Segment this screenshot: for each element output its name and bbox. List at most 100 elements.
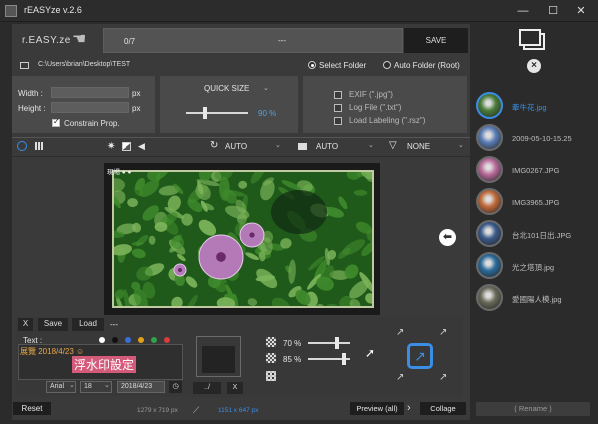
close-button[interactable]: ✕ [564, 2, 598, 20]
thumbnail-image[interactable] [476, 156, 503, 183]
print-value[interactable]: AUTO [316, 142, 338, 151]
folder-icon [202, 346, 235, 373]
exif-checkbox[interactable] [334, 91, 342, 99]
thumbnail-image[interactable] [476, 220, 503, 247]
filter-value[interactable]: NONE [407, 142, 430, 151]
printer-icon[interactable] [298, 143, 307, 150]
chevron-down-icon[interactable]: ⌄ [263, 84, 269, 92]
thumbnail-label[interactable]: 2009-05-10-15.25 [512, 134, 572, 143]
position-top-left-icon[interactable]: ↗ [396, 327, 404, 338]
color-swatch[interactable] [125, 337, 131, 343]
title-bar: rEASYze v.2.6 — ☐ ✕ [0, 0, 598, 22]
color-swatch[interactable] [138, 337, 144, 343]
remove-all-icon[interactable]: × [527, 59, 541, 73]
opacity-icon [266, 353, 276, 363]
flip-icon[interactable]: ◀ [138, 141, 145, 152]
clock-icon[interactable]: ◷ [169, 381, 182, 393]
auto-folder-label[interactable]: Auto Folder (Root) [394, 61, 460, 70]
watermark-load-button[interactable]: Load [72, 318, 104, 331]
auto-folder-radio[interactable] [383, 61, 391, 69]
chevron-down-icon[interactable]: ⌄ [69, 381, 75, 389]
hand-pointer-icon: ☚ [72, 31, 87, 48]
rename-button[interactable]: ( Rename ) [476, 402, 590, 416]
opacity-1-slider-track[interactable] [308, 342, 350, 344]
width-label: Width : [18, 89, 43, 98]
watermark-save-button[interactable]: Save [38, 318, 68, 331]
logo-image-slot[interactable] [196, 336, 241, 377]
copyright-icon[interactable] [17, 141, 27, 151]
color-swatch[interactable] [112, 337, 118, 343]
filter-icon[interactable]: ▽ [389, 140, 397, 151]
position-top-right-icon[interactable]: ↗ [439, 327, 447, 338]
watermark-more[interactable]: --- [110, 320, 118, 329]
position-center-selected-icon[interactable]: ↗ [407, 343, 433, 369]
grid-icon[interactable] [35, 142, 43, 150]
watermark-close-button[interactable]: X [18, 318, 33, 331]
opacity-1-value: 70 % [283, 339, 302, 348]
clear-image-button[interactable]: X [227, 382, 243, 394]
color-swatch[interactable] [164, 337, 170, 343]
preview-all-button[interactable]: Preview (all) [350, 402, 404, 415]
thumbnail-label[interactable]: 牽牛花.jpg [512, 102, 547, 113]
thumbnail-label[interactable]: 台北101日出.JPG [512, 230, 571, 241]
thumbnail-image[interactable] [476, 92, 503, 119]
watermark-caption: 現場 ● ● [107, 169, 132, 176]
shadow-area [271, 190, 327, 234]
reset-button[interactable]: Reset [13, 402, 51, 415]
brightness-icon[interactable]: ✷ [107, 141, 115, 152]
chevron-right-icon[interactable]: › [407, 402, 411, 414]
thumbnail-label[interactable]: 光之塔頂.jpg [512, 262, 554, 273]
preview-image[interactable] [112, 170, 374, 308]
select-folder-radio[interactable] [308, 61, 316, 69]
chevron-down-icon[interactable]: ⌄ [458, 141, 464, 149]
thumbnail-label[interactable]: IMG3965.JPG [512, 198, 560, 207]
quick-size-slider-thumb[interactable] [202, 107, 207, 119]
minimize-button[interactable]: — [506, 2, 540, 20]
opacity-2-slider-thumb[interactable] [341, 353, 346, 365]
rotate-value[interactable]: AUTO [225, 142, 247, 151]
thumbnail-image[interactable] [476, 188, 503, 215]
watermark-text-line2: 浮水印設定 [72, 356, 137, 373]
folder-icon[interactable] [20, 62, 29, 69]
color-swatch[interactable] [99, 337, 105, 343]
thumbnail-image[interactable] [476, 124, 503, 151]
new-size: 1151 x 647 px [218, 407, 259, 414]
position-grid-icon[interactable] [266, 371, 276, 381]
date-field[interactable]: 2018/4/23 [117, 381, 165, 393]
labeling-label: Load Labeling (".rsz") [349, 116, 426, 125]
browse-image-button[interactable]: ../ [193, 382, 221, 394]
window-title: rEASYze v.2.6 [24, 5, 82, 15]
position-bottom-left-icon[interactable]: ↗ [396, 372, 404, 383]
logo: r.EASY.ze ☚ [12, 27, 102, 55]
leaf [154, 221, 168, 232]
height-input[interactable] [51, 102, 129, 113]
thumbnail-image[interactable] [476, 284, 503, 311]
select-folder-label[interactable]: Select Folder [319, 61, 366, 70]
thumbnail-label[interactable]: IMG0267.JPG [512, 166, 560, 175]
position-bottom-right-icon[interactable]: ↗ [439, 372, 447, 383]
opacity-icon [266, 337, 276, 347]
chevron-down-icon[interactable]: ⌄ [275, 141, 281, 149]
rotate-icon[interactable]: ↻ [210, 140, 218, 151]
chevron-down-icon[interactable]: ⌄ [104, 381, 110, 389]
progress-status: --- [278, 36, 286, 45]
width-input[interactable] [51, 87, 129, 98]
quick-size-label: QUICK SIZE [204, 84, 250, 93]
flower-photo [114, 172, 372, 306]
opacity-2-value: 85 % [283, 355, 302, 364]
exif-label: EXIF (".jpg") [349, 90, 393, 99]
constrain-checkbox[interactable] [52, 117, 60, 127]
thumbnail-list: 牽牛花.jpg 2009-05-10-15.25 IMG0267.JPG IMG396… [476, 92, 598, 322]
color-swatch[interactable] [151, 337, 157, 343]
thumbnail-label[interactable]: 愛國陽人模.jpg [512, 294, 562, 305]
quick-size-slider-track[interactable] [186, 112, 248, 114]
labeling-checkbox[interactable] [334, 117, 342, 125]
log-file-checkbox[interactable] [334, 104, 342, 112]
save-button[interactable]: SAVE [404, 28, 468, 53]
chevron-down-icon[interactable]: ⌄ [368, 141, 374, 149]
back-arrow-button[interactable]: ⬅ [439, 229, 456, 246]
opacity-1-slider-thumb[interactable] [335, 337, 340, 349]
collage-button[interactable]: Collage [420, 402, 466, 415]
contrast-icon[interactable] [122, 142, 131, 151]
thumbnail-image[interactable] [476, 252, 503, 279]
